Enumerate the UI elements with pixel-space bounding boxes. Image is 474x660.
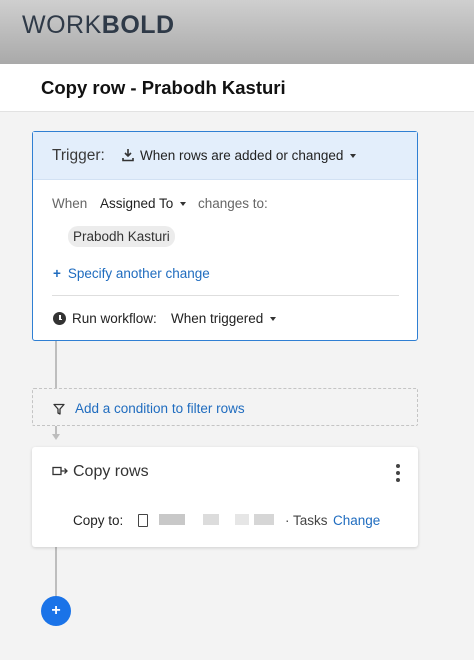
run-workflow-label: Run workflow: — [72, 311, 157, 326]
add-step-button[interactable]: + — [41, 596, 71, 626]
redacted-text — [159, 514, 185, 525]
trigger-header: Trigger: When rows are added or changed — [33, 132, 417, 180]
title-bar: Copy row - Prabodh Kasturi — [0, 64, 474, 112]
column-dropdown[interactable]: Assigned To — [100, 196, 187, 211]
connector-line-1 — [55, 340, 57, 388]
plus-icon: + — [53, 266, 61, 281]
upload-icon — [121, 148, 137, 164]
value-chip[interactable]: Prabodh Kasturi — [68, 226, 175, 247]
clock-icon — [53, 312, 66, 325]
logo-part-light: WORK — [22, 11, 102, 39]
more-options-icon[interactable] — [392, 463, 404, 483]
copy-rows-block[interactable]: Copy rows Copy to: · Tasks Change — [32, 447, 418, 547]
redacted-text — [254, 514, 274, 525]
run-workflow-value: When triggered — [171, 311, 264, 326]
copy-rows-icon — [52, 465, 68, 477]
connector-arrow — [52, 434, 60, 440]
trigger-block[interactable]: Trigger: When rows are added or changed … — [32, 131, 418, 341]
when-label: When — [52, 196, 88, 211]
chevron-down-icon — [180, 202, 187, 207]
column-dropdown-label: Assigned To — [100, 196, 174, 211]
trigger-event-dropdown[interactable]: When rows are added or changed — [140, 148, 357, 163]
logo-part-bold: BOLD — [101, 11, 175, 39]
specify-label: Specify another change — [67, 266, 210, 281]
add-condition-link[interactable]: Add a condition to filter rows — [75, 401, 245, 416]
add-condition-block[interactable]: Add a condition to filter rows — [32, 388, 418, 426]
page-title: Copy row - Prabodh Kasturi — [41, 77, 286, 98]
specify-another-change-link[interactable]: + Specify another change — [53, 266, 210, 281]
filter-icon — [53, 402, 65, 415]
change-destination-link[interactable]: Change — [333, 513, 380, 528]
trigger-label: Trigger: — [52, 147, 105, 164]
copy-to-label: Copy to: — [73, 513, 124, 528]
sheet-icon — [138, 514, 148, 527]
workbold-logo: WORKBOLD — [22, 11, 175, 40]
redacted-text — [235, 514, 249, 525]
sheet-name: · Tasks — [285, 513, 328, 528]
connector-line-3 — [55, 547, 57, 597]
trigger-event-label: When rows are added or changed — [140, 148, 344, 163]
changes-to-label: changes to: — [198, 196, 268, 211]
divider — [52, 295, 399, 296]
redacted-text — [203, 514, 219, 525]
chevron-down-icon — [270, 317, 277, 322]
app-header: WORKBOLD — [0, 0, 474, 64]
chevron-down-icon — [350, 154, 357, 159]
run-workflow-dropdown[interactable]: When triggered — [171, 311, 277, 326]
action-title: Copy rows — [73, 463, 149, 480]
